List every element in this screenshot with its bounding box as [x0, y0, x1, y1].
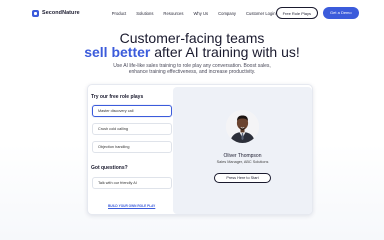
brand-name: SecondNature — [42, 10, 80, 16]
hero-heading-line2: sell better after AI training with us! — [0, 45, 384, 59]
option-master-discovery-call[interactable]: Master discovery call — [92, 105, 172, 117]
nav-links: Product Solutions Resources Why Us Compa… — [112, 11, 276, 16]
hero-subtitle: Use AI life-like sales training to role … — [0, 63, 384, 75]
option-crush-cold-calling[interactable]: Crush cold calling — [92, 123, 172, 135]
hero-heading-rest: after AI training with us! — [150, 44, 300, 60]
logo-icon — [32, 9, 39, 17]
nav-company[interactable]: Company — [218, 11, 236, 16]
persona-role: Sales Manager, ABC Solutions — [216, 160, 269, 164]
top-nav: SecondNature Product Solutions Resources… — [0, 0, 384, 26]
start-button[interactable]: Press Here to Start — [214, 173, 271, 183]
roleplay-panel: Try our free role plays Master discovery… — [87, 84, 313, 215]
free-role-plays-button[interactable]: Free Role Plays — [275, 7, 319, 19]
hero-heading-line1: Customer-facing teams — [119, 30, 265, 46]
nav-customer-login[interactable]: Customer Login — [246, 11, 276, 16]
avatar-portrait — [226, 110, 259, 143]
hero-accent: sell better — [84, 44, 151, 60]
questions-title: Got questions? — [91, 165, 128, 171]
nav-product[interactable]: Product — [112, 11, 126, 16]
brand-logo[interactable]: SecondNature — [32, 9, 80, 17]
roleplay-options: Try our free role plays Master discovery… — [90, 85, 174, 216]
hero: Customer-facing teams sell better after … — [0, 31, 384, 75]
persona-card: Oliver Thompson Sales Manager, ABC Solut… — [173, 87, 312, 214]
free-roleplays-title: Try our free role plays — [91, 94, 144, 100]
nav-resources[interactable]: Resources — [163, 11, 183, 16]
option-friendly-ai[interactable]: Talk with our friendly AI — [92, 177, 172, 189]
build-own-roleplay-link[interactable]: BUILD YOUR OWN ROLE PLAY — [108, 204, 155, 208]
nav-solutions[interactable]: Solutions — [136, 11, 153, 16]
hero-subtitle-line2: enhance training effectiveness, and incr… — [128, 69, 256, 75]
avatar — [226, 110, 259, 143]
nav-why-us[interactable]: Why Us — [193, 11, 208, 16]
get-demo-button[interactable]: Get a Demo — [323, 7, 359, 19]
persona-name: Oliver Thompson — [223, 153, 262, 159]
nav-actions: Free Role Plays Get a Demo — [275, 7, 359, 19]
option-objection-handling[interactable]: Objection handling — [92, 141, 172, 153]
